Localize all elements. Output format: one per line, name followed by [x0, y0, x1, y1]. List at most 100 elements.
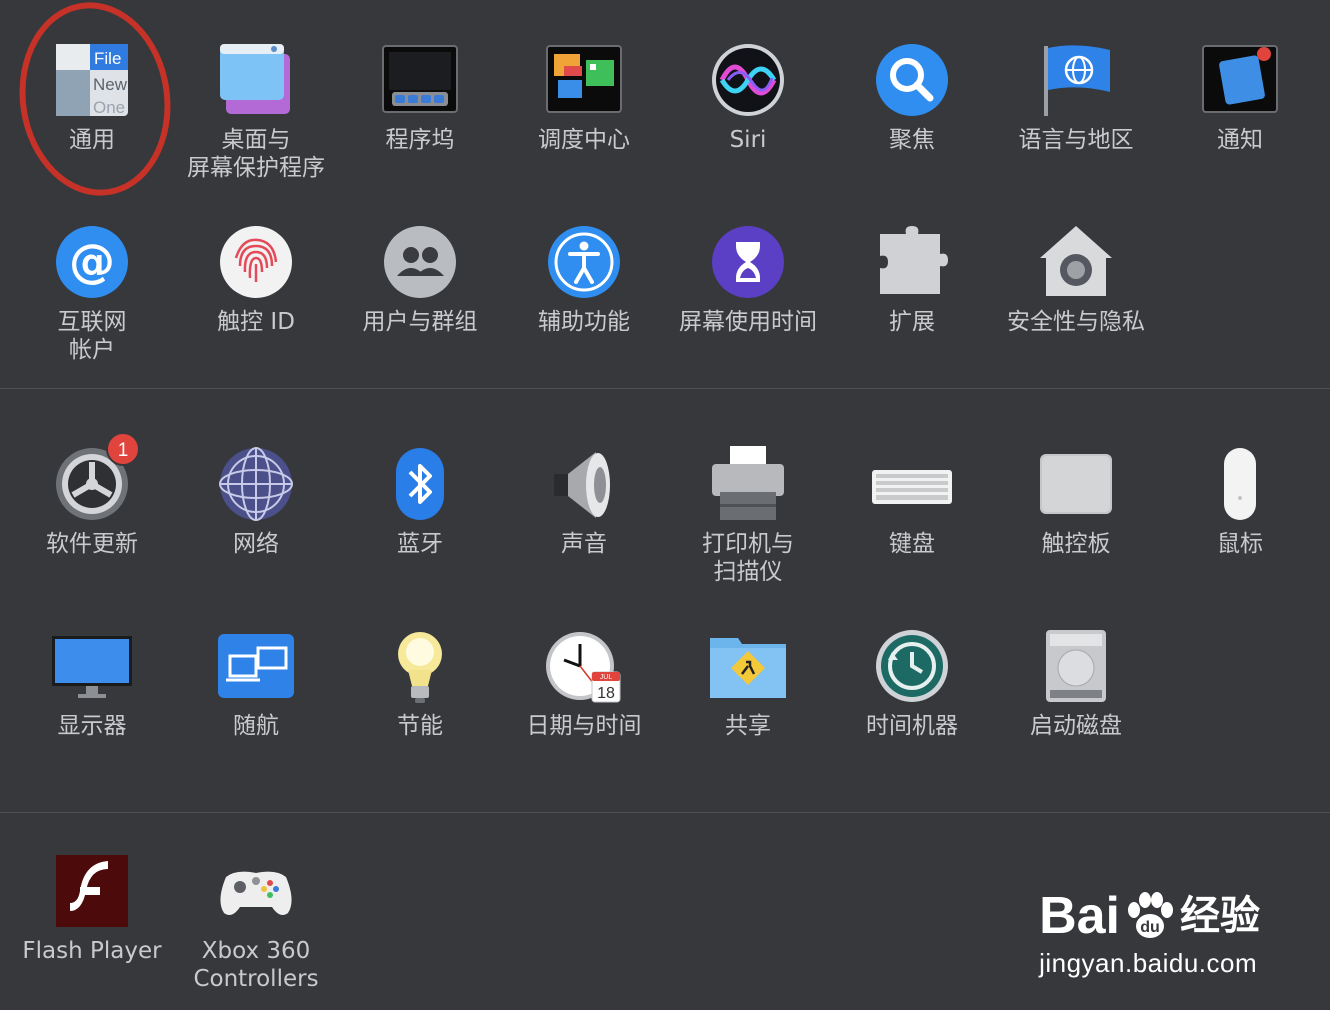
svg-text:One: One — [93, 98, 125, 117]
svg-text:New: New — [93, 75, 128, 94]
pref-label: 随航 — [233, 713, 279, 739]
other-prefs-section: Flash Player Xbox 360 Controllers Bai du… — [0, 813, 1330, 1010]
pref-label: 桌面与 屏幕保护程序 — [187, 127, 325, 181]
flash-player-icon — [52, 851, 132, 931]
pref-general[interactable]: File New One 通用 — [12, 40, 172, 154]
pref-label: 声音 — [561, 531, 607, 557]
pref-label: 时间机器 — [866, 713, 958, 739]
pref-language-region[interactable]: 语言与地区 — [996, 40, 1156, 154]
pref-label: 聚焦 — [889, 127, 935, 153]
pref-siri[interactable]: Siri — [668, 40, 828, 154]
watermark-url: jingyan.baidu.com — [1039, 948, 1258, 978]
pref-label: 通知 — [1217, 127, 1263, 153]
startup-disk-icon — [1036, 626, 1116, 706]
pref-time-machine[interactable]: 时间机器 — [832, 626, 992, 740]
language-region-icon — [1036, 40, 1116, 120]
pref-date-time[interactable]: JUL 18 日期与时间 — [504, 626, 664, 740]
svg-text:du: du — [1140, 919, 1160, 936]
pref-label: 语言与地区 — [1018, 127, 1134, 153]
energy-saver-icon — [380, 626, 460, 706]
software-update-icon: 1 — [52, 432, 140, 524]
pref-label: 软件更新 — [46, 531, 138, 557]
pref-label: 安全性与隐私 — [1007, 309, 1145, 335]
pref-spotlight[interactable]: 聚焦 — [832, 40, 992, 154]
internet-accounts-icon: @ — [52, 222, 132, 302]
pref-sidecar[interactable]: 随航 — [176, 626, 336, 740]
pref-desktop-screensaver[interactable]: 桌面与 屏幕保护程序 — [176, 40, 336, 182]
notifications-icon — [1200, 40, 1280, 120]
pref-label: 触控 ID — [217, 309, 295, 335]
pref-energy-saver[interactable]: 节能 — [340, 626, 500, 740]
pref-label: 程序坞 — [385, 127, 455, 153]
pref-accessibility[interactable]: 辅助功能 — [504, 222, 664, 336]
pref-security-privacy[interactable]: 安全性与隐私 — [996, 222, 1156, 336]
paw-icon: du — [1122, 888, 1178, 944]
pref-label: Flash Player — [22, 938, 162, 964]
svg-text:18: 18 — [597, 685, 615, 702]
pref-label: 通用 — [69, 127, 115, 153]
pref-startup-disk[interactable]: 启动磁盘 — [996, 626, 1156, 740]
general-icon: File New One — [52, 40, 132, 120]
pref-extensions[interactable]: 扩展 — [832, 222, 992, 336]
svg-text:File: File — [94, 49, 121, 68]
pref-mission-control[interactable]: 调度中心 — [504, 40, 664, 154]
pref-printers-scanners[interactable]: 打印机与 扫描仪 — [668, 444, 828, 586]
pref-notifications[interactable]: 通知 — [1160, 40, 1320, 154]
pref-label: 打印机与 扫描仪 — [702, 531, 794, 585]
bluetooth-icon — [380, 444, 460, 524]
pref-keyboard[interactable]: 键盘 — [832, 444, 992, 558]
security-privacy-icon — [1036, 222, 1116, 302]
mission-control-icon — [544, 40, 624, 120]
pref-label: 显示器 — [57, 713, 127, 739]
spotlight-icon — [872, 40, 952, 120]
pref-label: 触控板 — [1041, 531, 1111, 557]
pref-sound[interactable]: 声音 — [504, 444, 664, 558]
pref-label: 鼠标 — [1217, 531, 1263, 557]
touch-id-icon — [216, 222, 296, 302]
pref-internet-accounts[interactable]: @ 互联网 帐户 — [12, 222, 172, 364]
pref-label: Siri — [729, 127, 767, 153]
pref-trackpad[interactable]: 触控板 — [996, 444, 1156, 558]
pref-touch-id[interactable]: 触控 ID — [176, 222, 336, 336]
displays-icon — [52, 626, 132, 706]
trackpad-icon — [1036, 444, 1116, 524]
pref-xbox-controllers[interactable]: Xbox 360 Controllers — [176, 851, 336, 993]
pref-label: 辅助功能 — [538, 309, 630, 335]
pref-label: 互联网 帐户 — [57, 309, 127, 363]
pref-bluetooth[interactable]: 蓝牙 — [340, 444, 500, 558]
pref-label: 节能 — [397, 713, 443, 739]
baidu-jingyan-watermark: Bai du 经验 jingyan.baidu.com — [1039, 888, 1260, 978]
pref-mouse[interactable]: 鼠标 — [1160, 444, 1320, 558]
extensions-icon — [872, 222, 952, 302]
time-machine-icon — [872, 626, 952, 706]
pref-label: 共享 — [725, 713, 771, 739]
pref-label: 调度中心 — [538, 127, 630, 153]
network-icon — [216, 444, 296, 524]
pref-dock[interactable]: 程序坞 — [340, 40, 500, 154]
pref-label: 键盘 — [889, 531, 935, 557]
pref-label: 屏幕使用时间 — [679, 309, 817, 335]
pref-label: 启动磁盘 — [1030, 713, 1122, 739]
date-time-icon: JUL 18 — [544, 626, 624, 706]
pref-label: 用户与群组 — [362, 309, 478, 335]
pref-flash-player[interactable]: Flash Player — [12, 851, 172, 965]
desktop-screensaver-icon — [216, 40, 296, 120]
pref-users-groups[interactable]: 用户与群组 — [340, 222, 500, 336]
users-groups-icon — [380, 222, 460, 302]
keyboard-icon — [872, 444, 952, 524]
mouse-icon — [1200, 444, 1280, 524]
personal-prefs-section: File New One 通用 桌面与 屏幕保护程序 程序坞 调度中心 Siri… — [0, 0, 1330, 388]
pref-software-update[interactable]: 1 软件更新 — [12, 432, 172, 558]
svg-text:@: @ — [69, 234, 115, 288]
baidu-logo: Bai du 经验 — [1039, 887, 1260, 945]
printers-scanners-icon — [708, 444, 788, 524]
pref-displays[interactable]: 显示器 — [12, 626, 172, 740]
screen-time-icon — [708, 222, 788, 302]
pref-label: 网络 — [233, 531, 279, 557]
pref-sharing[interactable]: 共享 — [668, 626, 828, 740]
pref-label: 日期与时间 — [526, 713, 642, 739]
update-count-badge: 1 — [106, 432, 140, 466]
pref-screen-time[interactable]: 屏幕使用时间 — [668, 222, 828, 336]
siri-icon — [708, 40, 788, 120]
pref-network[interactable]: 网络 — [176, 444, 336, 558]
